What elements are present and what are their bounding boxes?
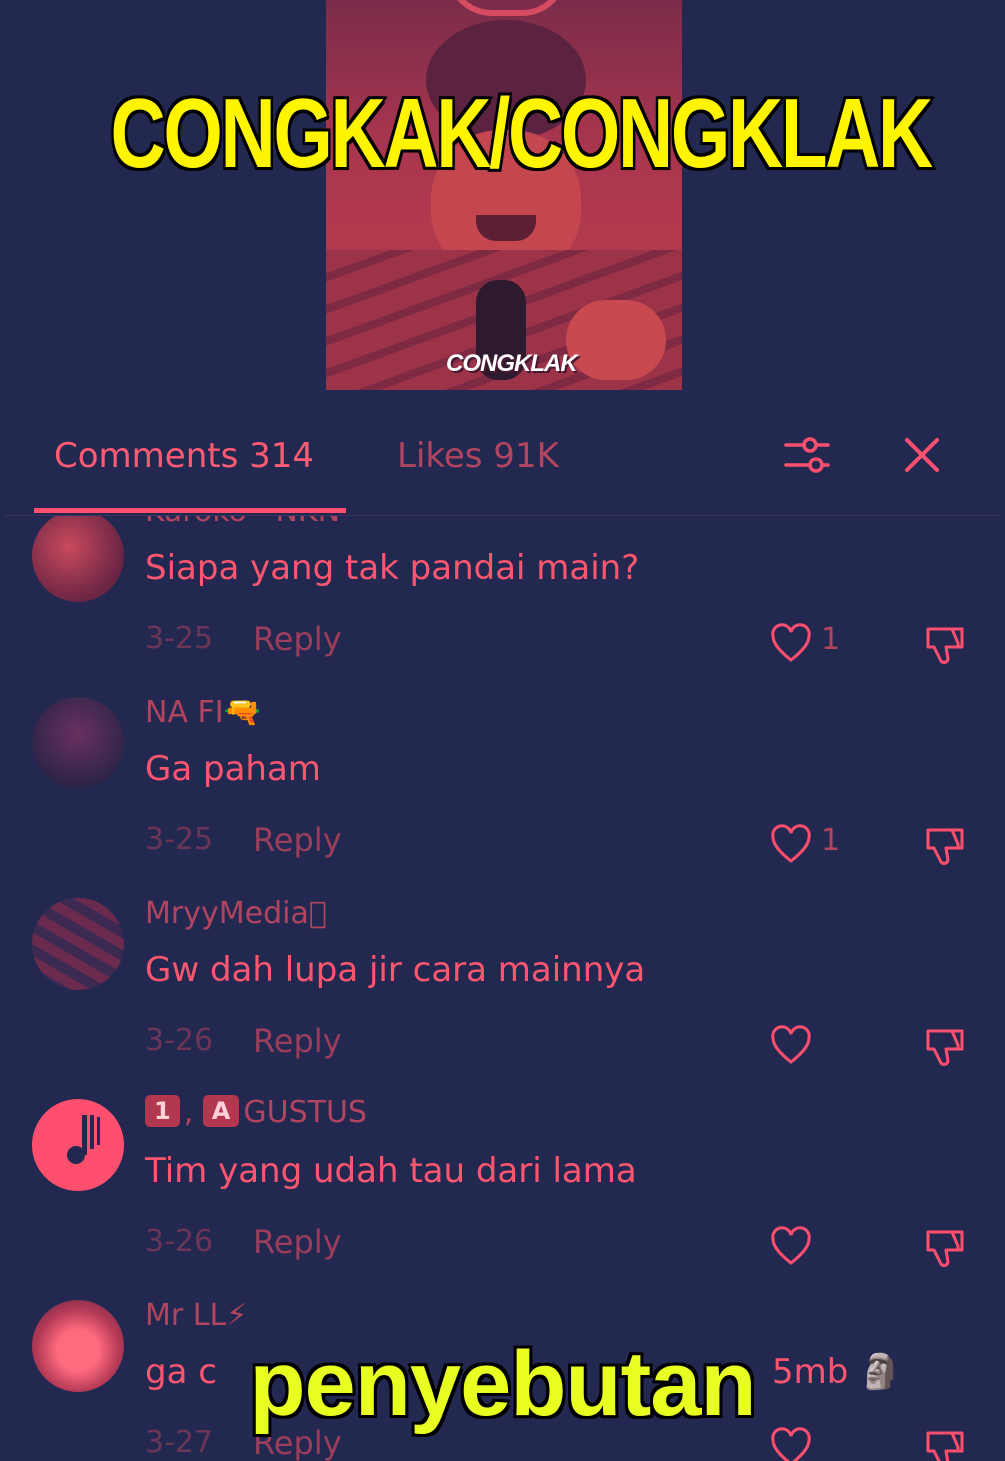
comment-username[interactable]: 1, A GUSTUS	[145, 1095, 367, 1130]
avatar-music-icon	[67, 1115, 100, 1164]
like-count: 1	[821, 622, 841, 657]
avatar[interactable]	[32, 1099, 124, 1191]
username-separator: ,	[183, 1095, 194, 1130]
username-text: GUSTUS	[243, 1095, 367, 1130]
comment-text: Tim yang udah tau dari lama	[145, 1151, 637, 1191]
comment-date: 3-25	[145, 822, 214, 857]
video-person-mouth	[476, 215, 536, 241]
video-person-hand	[566, 300, 666, 380]
comment-list[interactable]: Kuroko · NKN Siapa yang tak pandai main?…	[4, 516, 1001, 1461]
comment-date: 3-25	[145, 621, 214, 656]
thumbs-down-icon[interactable]	[922, 822, 968, 868]
username-badge: A	[202, 1095, 240, 1127]
avatar[interactable]	[32, 516, 124, 602]
tab-comments[interactable]: Comments 314	[54, 436, 314, 476]
like-count: 1	[821, 823, 841, 858]
comment-date: 3-26	[145, 1023, 214, 1058]
comment-item: NA FI🔫 Ga paham 3-25 Reply 1	[4, 677, 1001, 877]
title-overlay: CONGKAK/CONGKLAK	[109, 76, 936, 191]
filter-sliders-icon[interactable]	[782, 430, 832, 480]
heart-icon[interactable]	[769, 1225, 813, 1269]
username-badge: 1	[145, 1095, 180, 1127]
comment-item: MryyMedia Gw dah lupa jir cara mainnya …	[4, 878, 1001, 1078]
comment-item: Kuroko · NKN Siapa yang tak pandai main?…	[4, 516, 1001, 676]
comment-username[interactable]: MryyMedia	[145, 896, 327, 931]
video-player[interactable]: CONGKLAK	[326, 0, 682, 400]
comment-username[interactable]: NA FI🔫	[145, 695, 261, 730]
close-icon[interactable]	[897, 430, 947, 480]
reply-button[interactable]: Reply	[253, 821, 342, 859]
comment-text: Ga paham	[145, 749, 321, 789]
thumbs-down-icon[interactable]	[922, 621, 968, 667]
tab-bar: Comments 314 Likes 91K	[4, 390, 1001, 516]
avatar[interactable]	[32, 898, 124, 990]
heart-icon[interactable]	[769, 1024, 813, 1068]
reply-button[interactable]: Reply	[253, 1022, 342, 1060]
thumbs-down-icon[interactable]	[922, 1023, 968, 1069]
comment-item: 1, A GUSTUS Tim yang udah tau dari lama 3…	[4, 1079, 1001, 1279]
reply-button[interactable]: Reply	[253, 620, 342, 658]
comment-username[interactable]: Mr LL⚡	[145, 1298, 247, 1333]
comment-date: 3-26	[145, 1224, 214, 1259]
comment-text: Siapa yang tak pandai main?	[145, 548, 640, 588]
heart-icon[interactable]	[769, 622, 813, 666]
video-caption: CONGKLAK	[446, 350, 578, 377]
avatar[interactable]	[32, 697, 124, 789]
comment-text: Gw dah lupa jir cara mainnya	[145, 950, 646, 990]
video-ring-light	[446, 0, 568, 16]
thumbs-down-icon[interactable]	[922, 1224, 968, 1270]
heart-icon[interactable]	[769, 823, 813, 867]
active-tab-indicator	[34, 508, 346, 513]
comments-sheet: Comments 314 Likes 91K Kuroko · NKN Siap…	[4, 390, 1001, 1461]
tab-likes[interactable]: Likes 91K	[397, 436, 559, 476]
reply-button[interactable]: Reply	[253, 1223, 342, 1261]
comment-username[interactable]: Kuroko · NKN	[145, 516, 340, 529]
subtitle-overlay: penyebutan	[247, 1331, 758, 1437]
